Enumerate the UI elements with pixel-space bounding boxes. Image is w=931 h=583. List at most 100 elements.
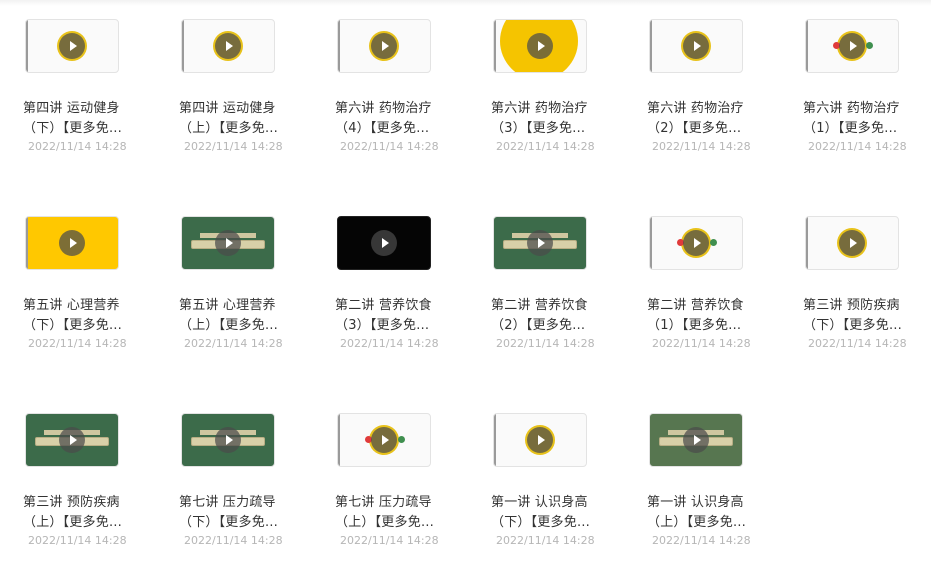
- video-title-line1[interactable]: 第七讲 压力疏导: [179, 493, 303, 513]
- video-title-line2[interactable]: （1）【更多免…: [647, 316, 771, 336]
- video-thumbnail[interactable]: [337, 413, 431, 467]
- video-title-line1[interactable]: 第一讲 认识身高: [647, 493, 771, 513]
- video-item[interactable]: 第七讲 压力疏导 （下）【更多免… 2022/11/14 14:28: [179, 413, 305, 583]
- play-icon[interactable]: [59, 230, 85, 256]
- play-icon[interactable]: [59, 427, 85, 453]
- video-title-line2[interactable]: （下）【更多免…: [23, 119, 147, 139]
- video-item[interactable]: 第四讲 运动健身 （下）【更多免… 2022/11/14 14:28: [23, 19, 149, 189]
- video-title-line2[interactable]: （上）【更多免…: [335, 513, 459, 533]
- video-thumbnail[interactable]: [25, 216, 119, 270]
- video-thumbnail[interactable]: [493, 19, 587, 73]
- video-thumbnail[interactable]: [649, 216, 743, 270]
- play-icon[interactable]: [59, 33, 85, 59]
- video-date: 2022/11/14 14:28: [496, 337, 595, 350]
- play-icon[interactable]: [527, 33, 553, 59]
- video-title-line1[interactable]: 第五讲 心理营养: [179, 296, 303, 316]
- play-icon[interactable]: [527, 230, 553, 256]
- video-title-line2[interactable]: （上）【更多免…: [179, 119, 303, 139]
- video-thumbnail[interactable]: [337, 19, 431, 73]
- video-title-line2[interactable]: （3）【更多免…: [335, 316, 459, 336]
- video-thumbnail[interactable]: [805, 216, 899, 270]
- play-icon[interactable]: [215, 33, 241, 59]
- video-item[interactable]: 第一讲 认识身高 （上）【更多免… 2022/11/14 14:28: [647, 413, 773, 583]
- video-item[interactable]: 第六讲 药物治疗 （1）【更多免… 2022/11/14 14:28: [803, 19, 929, 189]
- video-title-line1[interactable]: 第六讲 药物治疗: [647, 99, 771, 119]
- video-item[interactable]: 第六讲 药物治疗 （4）【更多免… 2022/11/14 14:28: [335, 19, 461, 189]
- video-date: 2022/11/14 14:28: [496, 140, 595, 153]
- play-icon[interactable]: [527, 427, 553, 453]
- video-title-line1[interactable]: 第三讲 预防疾病: [23, 493, 147, 513]
- video-item[interactable]: 第四讲 运动健身 （上）【更多免… 2022/11/14 14:28: [179, 19, 305, 189]
- video-title-line1[interactable]: 第三讲 预防疾病: [803, 296, 927, 316]
- video-title-line2[interactable]: （2）【更多免…: [491, 316, 615, 336]
- video-title-line1[interactable]: 第六讲 药物治疗: [335, 99, 459, 119]
- video-title-line2[interactable]: （上）【更多免…: [23, 513, 147, 533]
- video-date: 2022/11/14 14:28: [28, 140, 127, 153]
- video-thumbnail[interactable]: [181, 19, 275, 73]
- video-title-line1[interactable]: 第五讲 心理营养: [23, 296, 147, 316]
- video-item[interactable]: 第三讲 预防疾病 （下）【更多免… 2022/11/14 14:28: [803, 216, 929, 386]
- video-title-line1[interactable]: 第二讲 营养饮食: [491, 296, 615, 316]
- thumbnail-edge: [26, 217, 28, 269]
- thumbnail-dot-green: [866, 42, 873, 49]
- play-icon[interactable]: [683, 33, 709, 59]
- play-triangle: [70, 41, 77, 51]
- video-thumbnail[interactable]: [649, 19, 743, 73]
- video-thumbnail[interactable]: [493, 216, 587, 270]
- video-title-line1[interactable]: 第四讲 运动健身: [23, 99, 147, 119]
- play-icon[interactable]: [839, 230, 865, 256]
- video-title-line2[interactable]: （下）【更多免…: [179, 513, 303, 533]
- play-icon[interactable]: [371, 33, 397, 59]
- video-thumbnail[interactable]: [649, 413, 743, 467]
- play-triangle: [694, 41, 701, 51]
- play-icon[interactable]: [839, 33, 865, 59]
- video-title-line1[interactable]: 第一讲 认识身高: [491, 493, 615, 513]
- video-item[interactable]: 第二讲 营养饮食 （1）【更多免… 2022/11/14 14:28: [647, 216, 773, 386]
- video-item[interactable]: 第五讲 心理营养 （上）【更多免… 2022/11/14 14:28: [179, 216, 305, 386]
- thumbnail-edge: [650, 217, 652, 269]
- video-title-line1[interactable]: 第四讲 运动健身: [179, 99, 303, 119]
- video-title-line2[interactable]: （4）【更多免…: [335, 119, 459, 139]
- video-title-line2[interactable]: （2）【更多免…: [647, 119, 771, 139]
- video-title-line2[interactable]: （上）【更多免…: [179, 316, 303, 336]
- video-title-line2[interactable]: （1）【更多免…: [803, 119, 927, 139]
- video-item[interactable]: 第五讲 心理营养 （下）【更多免… 2022/11/14 14:28: [23, 216, 149, 386]
- video-item[interactable]: 第一讲 认识身高 （下）【更多免… 2022/11/14 14:28: [491, 413, 617, 583]
- thumbnail-edge: [650, 20, 652, 72]
- video-title-line1[interactable]: 第七讲 压力疏导: [335, 493, 459, 513]
- video-title-line2[interactable]: （3）【更多免…: [491, 119, 615, 139]
- play-icon[interactable]: [371, 230, 397, 256]
- play-triangle: [226, 41, 233, 51]
- video-item[interactable]: 第六讲 药物治疗 （3）【更多免… 2022/11/14 14:28: [491, 19, 617, 189]
- video-thumbnail[interactable]: [25, 19, 119, 73]
- play-icon[interactable]: [215, 230, 241, 256]
- video-item[interactable]: 第二讲 营养饮食 （2）【更多免… 2022/11/14 14:28: [491, 216, 617, 386]
- video-date: 2022/11/14 14:28: [28, 534, 127, 547]
- thumbnail-edge: [338, 20, 340, 72]
- video-title-line1[interactable]: 第二讲 营养饮食: [335, 296, 459, 316]
- video-item[interactable]: 第七讲 压力疏导 （上）【更多免… 2022/11/14 14:28: [335, 413, 461, 583]
- video-title-line2[interactable]: （下）【更多免…: [23, 316, 147, 336]
- play-icon[interactable]: [371, 427, 397, 453]
- play-icon[interactable]: [683, 427, 709, 453]
- video-thumbnail[interactable]: [181, 216, 275, 270]
- video-title-line2[interactable]: （上）【更多免…: [647, 513, 771, 533]
- video-grid: 第四讲 运动健身 （下）【更多免… 2022/11/14 14:28 第四讲 运动健身…: [0, 0, 931, 547]
- video-title-line2[interactable]: （下）【更多免…: [803, 316, 927, 336]
- play-triangle: [382, 238, 389, 248]
- play-icon[interactable]: [215, 427, 241, 453]
- video-thumbnail[interactable]: [337, 216, 431, 270]
- video-thumbnail[interactable]: [25, 413, 119, 467]
- play-icon[interactable]: [683, 230, 709, 256]
- video-item[interactable]: 第二讲 营养饮食 （3）【更多免… 2022/11/14 14:28: [335, 216, 461, 386]
- video-title-line1[interactable]: 第六讲 药物治疗: [803, 99, 927, 119]
- video-title-line1[interactable]: 第二讲 营养饮食: [647, 296, 771, 316]
- video-title-line2[interactable]: （下）【更多免…: [491, 513, 615, 533]
- video-title-line1[interactable]: 第六讲 药物治疗: [491, 99, 615, 119]
- video-thumbnail[interactable]: [181, 413, 275, 467]
- video-item[interactable]: 第六讲 药物治疗 （2）【更多免… 2022/11/14 14:28: [647, 19, 773, 189]
- video-thumbnail[interactable]: [493, 413, 587, 467]
- thumbnail-edge: [26, 20, 28, 72]
- video-item[interactable]: 第三讲 预防疾病 （上）【更多免… 2022/11/14 14:28: [23, 413, 149, 583]
- video-thumbnail[interactable]: [805, 19, 899, 73]
